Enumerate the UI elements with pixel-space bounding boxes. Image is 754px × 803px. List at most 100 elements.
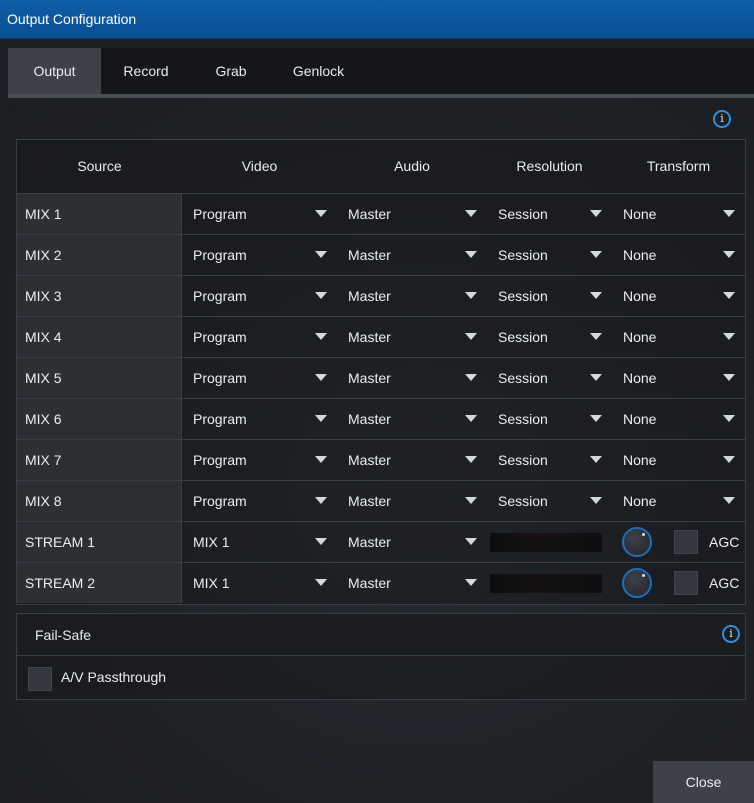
av-passthrough-checkbox[interactable] — [28, 667, 52, 691]
resolution-dropdown-value: Session — [498, 411, 548, 427]
column-header-resolution: Resolution — [516, 158, 583, 174]
caret-down-icon — [465, 579, 477, 586]
audio-level-meter — [490, 574, 602, 593]
resolution-dropdown[interactable]: Session — [487, 399, 612, 439]
gain-knob[interactable] — [622, 527, 652, 557]
tab-record[interactable]: Record — [101, 48, 191, 94]
agc-label: AGC — [709, 534, 740, 550]
transform-dropdown[interactable]: None — [612, 481, 745, 521]
audio-dropdown[interactable]: Master — [337, 399, 487, 439]
caret-down-icon — [590, 456, 602, 463]
caret-down-icon — [315, 292, 327, 299]
audio-dropdown[interactable]: Master — [337, 563, 487, 603]
video-dropdown-value: Program — [193, 493, 247, 509]
transform-dropdown[interactable]: None — [612, 440, 745, 480]
tab-genlock[interactable]: Genlock — [271, 48, 366, 94]
audio-level-meter — [490, 533, 602, 552]
audio-dropdown[interactable]: Master — [337, 481, 487, 521]
gain-knob[interactable] — [622, 568, 652, 598]
audio-dropdown[interactable]: Master — [337, 522, 487, 562]
caret-down-icon — [723, 292, 735, 299]
caret-down-icon — [315, 251, 327, 258]
audio-dropdown[interactable]: Master — [337, 440, 487, 480]
caret-down-icon — [315, 538, 327, 545]
table-row: MIX 4 Program Master Session None — [17, 316, 745, 357]
source-label: MIX 4 — [17, 317, 182, 357]
audio-dropdown[interactable]: Master — [337, 358, 487, 398]
transform-dropdown-value: None — [623, 206, 657, 222]
resolution-dropdown-value: Session — [498, 288, 548, 304]
transform-dropdown[interactable]: None — [612, 317, 745, 357]
transform-dropdown-value: None — [623, 493, 657, 509]
resolution-dropdown-value: Session — [498, 206, 548, 222]
audio-dropdown-value: Master — [348, 411, 391, 427]
transform-dropdown[interactable]: None — [612, 194, 745, 234]
audio-dropdown-value: Master — [348, 370, 391, 386]
resolution-dropdown[interactable]: Session — [487, 358, 612, 398]
failsafe-title: Fail-Safe — [17, 614, 745, 656]
audio-dropdown[interactable]: Master — [337, 276, 487, 316]
resolution-dropdown-value: Session — [498, 452, 548, 468]
video-dropdown[interactable]: Program — [182, 276, 337, 316]
transform-dropdown-value: None — [623, 411, 657, 427]
tab-bar: Output Record Grab Genlock — [8, 48, 754, 98]
caret-down-icon — [723, 456, 735, 463]
failsafe-info-icon[interactable]: i — [722, 625, 740, 643]
caret-down-icon — [723, 210, 735, 217]
audio-dropdown-value: Master — [348, 206, 391, 222]
resolution-dropdown[interactable]: Session — [487, 481, 612, 521]
close-button[interactable]: Close — [653, 761, 754, 803]
video-dropdown[interactable]: MIX 1 — [182, 563, 337, 603]
source-label: MIX 6 — [17, 399, 182, 439]
caret-down-icon — [465, 333, 477, 340]
audio-dropdown-value: Master — [348, 329, 391, 345]
info-icon[interactable]: i — [713, 110, 731, 128]
transform-dropdown-value: None — [623, 288, 657, 304]
audio-dropdown-value: Master — [348, 288, 391, 304]
video-dropdown[interactable]: Program — [182, 235, 337, 275]
video-dropdown-value: Program — [193, 288, 247, 304]
caret-down-icon — [590, 497, 602, 504]
agc-checkbox[interactable] — [674, 571, 698, 595]
caret-down-icon — [315, 210, 327, 217]
resolution-dropdown[interactable]: Session — [487, 235, 612, 275]
video-dropdown[interactable]: Program — [182, 399, 337, 439]
table-row: MIX 6 Program Master Session None — [17, 398, 745, 439]
agc-checkbox[interactable] — [674, 530, 698, 554]
resolution-dropdown[interactable]: Session — [487, 276, 612, 316]
column-header-audio: Audio — [394, 158, 430, 174]
transform-dropdown[interactable]: None — [612, 276, 745, 316]
resolution-dropdown-value: Session — [498, 247, 548, 263]
video-dropdown[interactable]: Program — [182, 358, 337, 398]
resolution-dropdown[interactable]: Session — [487, 440, 612, 480]
agc-label: AGC — [709, 575, 740, 591]
table-row: MIX 1 Program Master Session None — [17, 193, 745, 234]
resolution-dropdown[interactable]: Session — [487, 194, 612, 234]
caret-down-icon — [315, 415, 327, 422]
caret-down-icon — [465, 251, 477, 258]
transform-dropdown[interactable]: None — [612, 399, 745, 439]
caret-down-icon — [723, 251, 735, 258]
audio-dropdown-value: Master — [348, 534, 391, 550]
video-dropdown[interactable]: Program — [182, 194, 337, 234]
tab-grab[interactable]: Grab — [191, 48, 271, 94]
transform-dropdown-value: None — [623, 452, 657, 468]
transform-dropdown[interactable]: None — [612, 358, 745, 398]
tab-output[interactable]: Output — [8, 48, 101, 94]
resolution-dropdown[interactable]: Session — [487, 317, 612, 357]
video-dropdown[interactable]: Program — [182, 440, 337, 480]
caret-down-icon — [465, 374, 477, 381]
video-dropdown[interactable]: Program — [182, 317, 337, 357]
resolution-dropdown-value: Session — [498, 329, 548, 345]
transform-dropdown[interactable]: None — [612, 235, 745, 275]
audio-dropdown[interactable]: Master — [337, 194, 487, 234]
audio-dropdown[interactable]: Master — [337, 317, 487, 357]
caret-down-icon — [315, 333, 327, 340]
window-title: Output Configuration — [0, 0, 754, 39]
column-header-video: Video — [241, 158, 278, 174]
video-dropdown[interactable]: MIX 1 — [182, 522, 337, 562]
video-dropdown-value: MIX 1 — [193, 534, 230, 550]
video-dropdown[interactable]: Program — [182, 481, 337, 521]
audio-dropdown[interactable]: Master — [337, 235, 487, 275]
table-row: STREAM 2 MIX 1 Master AGC — [17, 562, 745, 603]
